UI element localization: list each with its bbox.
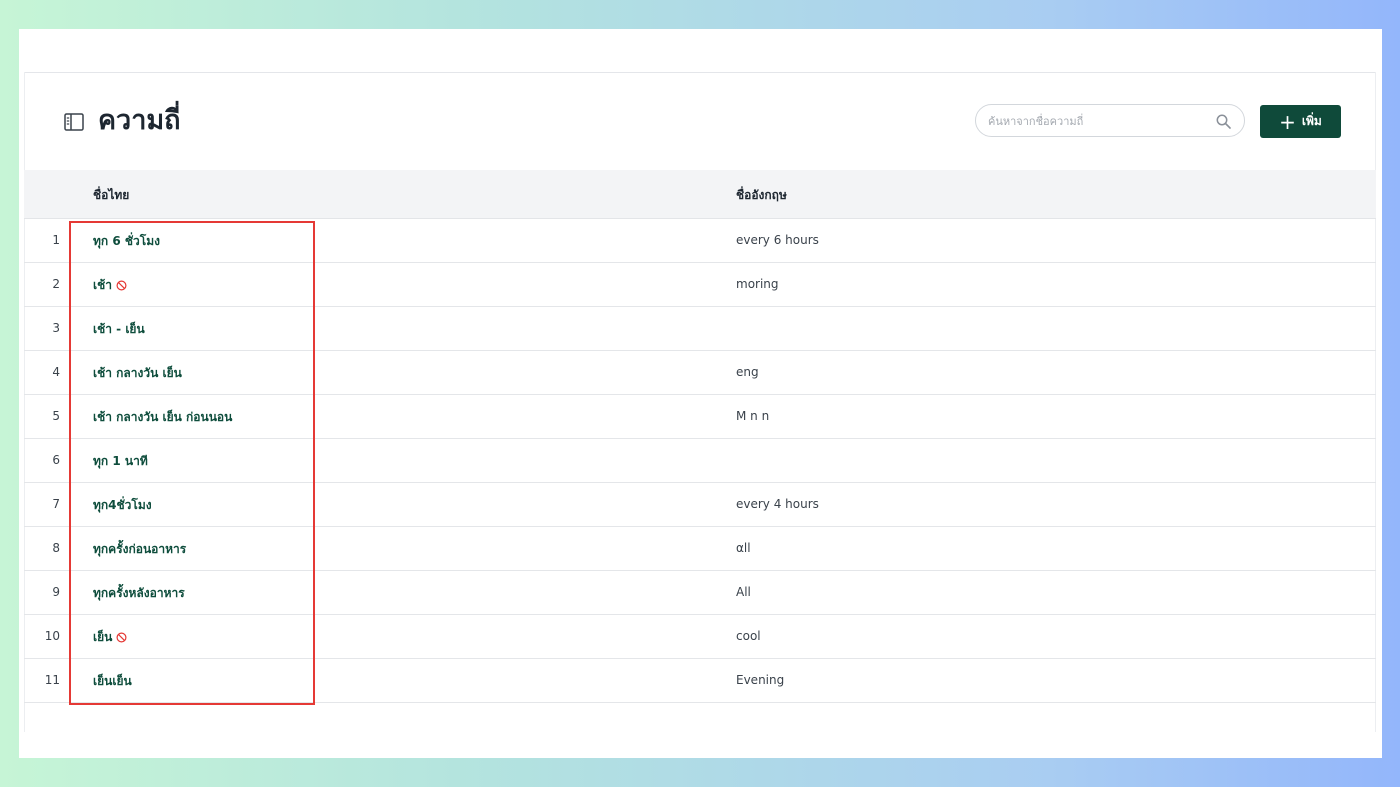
english-name: Evening xyxy=(736,673,785,687)
table-row[interactable]: 3 เช้า - เย็น xyxy=(24,307,1376,351)
english-name: eng xyxy=(736,365,759,379)
row-number: 2 xyxy=(52,277,60,291)
table-body: 1 ทุก 6 ชั่วโมง every 6 hours 2 เช้า mor… xyxy=(24,219,1376,703)
frequency-table: ชื่อไทย ชื่ออังกฤษ 1 ทุก 6 ชั่วโมง every… xyxy=(24,170,1376,703)
thai-name-link[interactable]: ทุกครั้งหลังอาหาร xyxy=(93,584,185,603)
table-row[interactable]: 4 เช้า กลางวัน เย็น eng xyxy=(24,351,1376,395)
thai-name-text: เย็น xyxy=(93,630,113,644)
row-number: 3 xyxy=(52,321,60,335)
search-icon[interactable] xyxy=(1216,114,1231,129)
thai-name-text: ทุกครั้งก่อนอาหาร xyxy=(93,542,187,556)
english-name: All xyxy=(736,585,751,599)
row-number: 6 xyxy=(52,453,60,467)
thai-name-link[interactable]: เย็นเย็น xyxy=(93,672,132,691)
english-name: moring xyxy=(736,277,779,291)
thai-name-link[interactable]: เช้า กลางวัน เย็น xyxy=(93,364,182,383)
page-header: ความถี่ + เพิ่ม xyxy=(24,73,1376,170)
table-row[interactable]: 9 ทุกครั้งหลังอาหาร All xyxy=(24,571,1376,615)
row-number: 9 xyxy=(52,585,60,599)
thai-name-text: ทุก 6 ชั่วโมง xyxy=(93,234,160,248)
thai-name-link[interactable]: ทุก 6 ชั่วโมง xyxy=(93,232,160,251)
row-number: 5 xyxy=(52,409,60,423)
table-row[interactable]: 10 เย็น cool xyxy=(24,615,1376,659)
row-number: 8 xyxy=(52,541,60,555)
thai-name-link[interactable]: ทุก 1 นาที xyxy=(93,452,148,471)
column-header-thai-name: ชื่อไทย xyxy=(93,188,130,202)
add-button[interactable]: + เพิ่ม xyxy=(1260,105,1341,138)
thai-name-text: เช้า กลางวัน เย็น ก่อนนอน xyxy=(93,410,233,424)
thai-name-link[interactable]: ทุกครั้งก่อนอาหาร xyxy=(93,540,186,559)
table-row[interactable]: 5 เช้า กลางวัน เย็น ก่อนนอน M n n xyxy=(24,395,1376,439)
row-number: 11 xyxy=(44,673,60,687)
add-button-label: เพิ่ม xyxy=(1301,114,1322,128)
row-number: 4 xyxy=(52,365,60,379)
inactive-ban-icon xyxy=(116,632,127,643)
table-row[interactable]: 7 ทุก4ชั่วโมง every 4 hours xyxy=(24,483,1376,527)
page-title: ความถี่ xyxy=(98,105,181,136)
column-header-english-name: ชื่ออังกฤษ xyxy=(736,188,787,202)
thai-name-link[interactable]: ทุก4ชั่วโมง xyxy=(93,496,152,515)
table-row[interactable]: 6 ทุก 1 นาที xyxy=(24,439,1376,483)
english-name: M n n xyxy=(736,409,770,423)
english-name: cool xyxy=(736,629,761,643)
english-name: every 4 hours xyxy=(736,497,819,511)
search-input[interactable] xyxy=(988,111,1203,131)
plus-icon: + xyxy=(1279,109,1296,134)
row-number: 1 xyxy=(52,233,60,247)
thai-name-text: ทุกครั้งหลังอาหาร xyxy=(93,586,185,600)
thai-name-link[interactable]: เช้า กลางวัน เย็น ก่อนนอน xyxy=(93,408,232,427)
inactive-ban-icon xyxy=(116,280,127,291)
thai-name-text: ทุก4ชั่วโมง xyxy=(93,498,152,512)
row-number: 10 xyxy=(44,629,60,643)
row-number: 7 xyxy=(52,497,60,511)
english-name: αll xyxy=(736,541,751,555)
table-row[interactable]: 11 เย็นเย็น Evening xyxy=(24,659,1376,703)
table-row[interactable]: 2 เช้า moring xyxy=(24,263,1376,307)
thai-name-text: เย็นเย็น xyxy=(93,674,132,688)
sidebar-panel-icon[interactable] xyxy=(64,113,84,131)
app-window: ความถี่ + เพิ่ม ชื่อไทย ชื่ออังกฤษ 1 ทุก… xyxy=(19,29,1382,758)
thai-name-link[interactable]: เช้า xyxy=(93,276,127,295)
search-box[interactable] xyxy=(975,104,1245,137)
thai-name-link[interactable]: เย็น xyxy=(93,628,127,647)
table-row[interactable]: 8 ทุกครั้งก่อนอาหาร αll xyxy=(24,527,1376,571)
table-header: ชื่อไทย ชื่ออังกฤษ xyxy=(24,170,1376,219)
thai-name-text: เช้า - เย็น xyxy=(93,322,145,336)
thai-name-text: เช้า xyxy=(93,278,112,292)
thai-name-text: ทุก 1 นาที xyxy=(93,454,148,468)
table-row[interactable]: 1 ทุก 6 ชั่วโมง every 6 hours xyxy=(24,219,1376,263)
thai-name-text: เช้า กลางวัน เย็น xyxy=(93,366,182,380)
thai-name-link[interactable]: เช้า - เย็น xyxy=(93,320,145,339)
english-name: every 6 hours xyxy=(736,233,819,247)
